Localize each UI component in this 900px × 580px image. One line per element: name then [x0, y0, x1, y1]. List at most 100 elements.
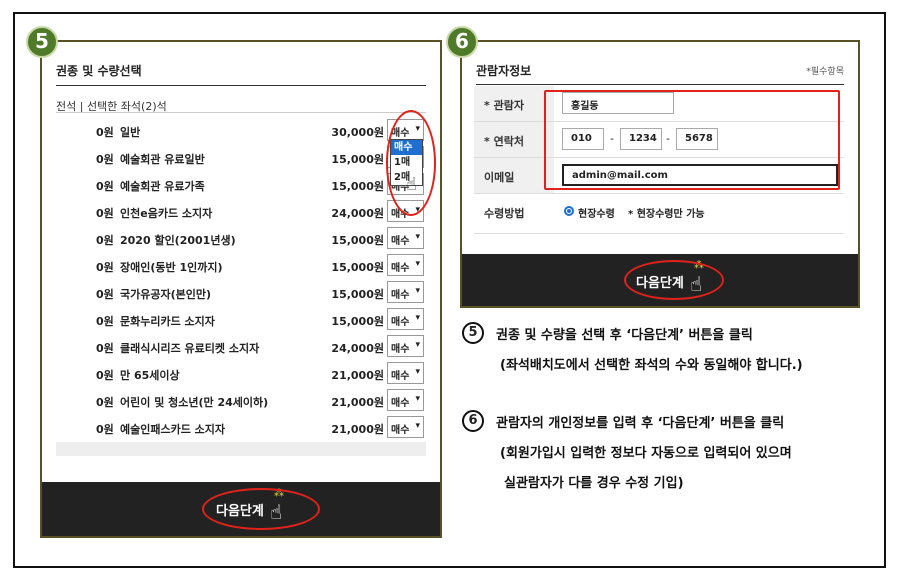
- quantity-select[interactable]: 매수 ▾: [387, 308, 424, 330]
- quantity-value: 매수: [391, 128, 410, 139]
- quantity-value: 매수: [391, 209, 410, 220]
- ticket-price: 24,000원: [331, 207, 384, 220]
- quantity-value: 매수: [391, 263, 410, 274]
- step-5-number: 5: [462, 322, 484, 344]
- next-step-button[interactable]: 다음단계: [636, 272, 684, 291]
- ticket-price: 15,000원: [331, 261, 384, 274]
- ticket-row: 0원 어린이 및 청소년(만 24세이하) 21,000원 매수 ▾: [42, 388, 440, 414]
- next-step-bar: 다음단계 ⁂ ☝: [42, 482, 440, 536]
- phone-field-3[interactable]: 5678: [676, 128, 718, 150]
- panel-title: 관람자정보: [476, 64, 532, 78]
- ticket-name: 문화누리카드 소지자: [120, 315, 215, 328]
- quantity-value: 매수: [391, 425, 410, 436]
- ticket-price: 21,000원: [331, 396, 384, 409]
- spacer-bar: [56, 442, 426, 456]
- panel-title: 권종 및 수량선택: [56, 64, 142, 78]
- quantity-select[interactable]: 매수 ▾: [387, 200, 424, 222]
- quantity-value: 매수: [391, 317, 410, 328]
- phone-label: * 연락처: [474, 122, 554, 157]
- ticket-row: 0원 문화누리카드 소지자 15,000원 매수 ▾: [42, 307, 440, 333]
- ticket-price: 15,000원: [331, 234, 384, 247]
- step-6-badge: 6: [446, 26, 478, 58]
- ticket-price: 21,000원: [331, 369, 384, 382]
- dropdown-option[interactable]: 매수: [391, 140, 422, 155]
- quantity-value: 매수: [391, 290, 410, 301]
- base-price: 0원: [96, 153, 114, 166]
- viewer-info-panel: 관람자정보 *필수항목 * 관람자 홍길동 * 연락처 010 - 1234 -…: [460, 40, 860, 308]
- pickup-radio[interactable]: [564, 206, 574, 216]
- click-spark-icon: ⁂: [694, 260, 704, 271]
- ticket-row: 0원 예술회관 유료가족 15,000원 매수▾: [42, 172, 440, 198]
- next-step-button[interactable]: 다음단계: [216, 500, 264, 519]
- ticket-selection-panel: 권종 및 수량선택 전석 | 선택한 좌석(2)석 0원 일반 30,000원 …: [40, 40, 442, 538]
- base-price: 0원: [96, 288, 114, 301]
- dropdown-option[interactable]: 1매: [391, 155, 422, 170]
- ticket-name: 장애인(동반 1인까지): [120, 261, 223, 274]
- ticket-row: 0원 클래식시리즈 유료티켓 소지자 24,000원 매수 ▾: [42, 334, 440, 360]
- quantity-select[interactable]: 매수 ▾: [387, 254, 424, 276]
- ticket-price: 30,000원: [331, 126, 384, 139]
- phone-field-2[interactable]: 1234: [620, 128, 662, 150]
- ticket-row: 0원 2020 할인(2001년생) 15,000원 매수 ▾: [42, 226, 440, 252]
- base-price: 0원: [96, 126, 114, 139]
- divider: [56, 112, 426, 113]
- phone-field-1[interactable]: 010: [562, 128, 604, 150]
- quantity-value: 매수: [391, 344, 410, 355]
- chevron-down-icon: ▾: [415, 259, 420, 269]
- email-label: 이메일: [474, 158, 554, 193]
- ticket-row: 0원 예술인패스카드 소지자 21,000원 매수 ▾: [42, 415, 440, 441]
- ticket-name: 예술회관 유료가족: [120, 180, 205, 193]
- required-note: *필수항목: [806, 67, 844, 77]
- name-row: * 관람자 홍길동: [474, 86, 844, 122]
- ticket-price: 15,000원: [331, 153, 384, 166]
- quantity-select[interactable]: 매수 ▾: [387, 281, 424, 303]
- pickup-label: 수령방법: [474, 194, 554, 233]
- pickup-row: 수령방법 현장수령 * 현장수령만 가능: [474, 194, 844, 234]
- step-6-note-1: (회원가입시 입력한 정보다 자동으로 입력되어 있으며: [500, 446, 792, 461]
- ticket-row: 0원 예술회관 유료일반 15,000원 매수▾: [42, 145, 440, 171]
- name-field[interactable]: 홍길동: [562, 92, 674, 114]
- quantity-value: 매수: [391, 398, 410, 409]
- quantity-value: 매수: [391, 371, 410, 382]
- chevron-down-icon: ▾: [415, 286, 420, 296]
- ticket-row: 0원 국가유공자(본인만) 15,000원 매수 ▾: [42, 280, 440, 306]
- quantity-select[interactable]: 매수 ▾: [387, 362, 424, 384]
- quantity-value: 매수: [391, 236, 410, 247]
- ticket-row: 0원 일반 30,000원 매수 ▾: [42, 118, 440, 144]
- chevron-down-icon: ▾: [415, 313, 420, 323]
- ticket-name: 예술인패스카드 소지자: [120, 423, 226, 436]
- chevron-down-icon: ▾: [415, 340, 420, 350]
- name-label: * 관람자: [474, 86, 554, 121]
- ticket-name: 어린이 및 청소년(만 24세이하): [120, 396, 269, 409]
- ticket-name: 클래식시리즈 유료티켓 소지자: [120, 342, 260, 355]
- chevron-down-icon: ▾: [415, 232, 420, 242]
- quantity-select[interactable]: 매수 ▾: [387, 227, 424, 249]
- ticket-name: 예술회관 유료일반: [120, 153, 205, 166]
- quantity-select[interactable]: 매수 ▾: [387, 389, 424, 411]
- email-field[interactable]: admin@mail.com: [562, 164, 838, 186]
- quantity-select[interactable]: 매수 ▾: [387, 119, 424, 141]
- base-price: 0원: [96, 180, 114, 193]
- ticket-price: 21,000원: [331, 423, 384, 436]
- hand-pointer-icon: ☝: [690, 272, 703, 296]
- phone-separator: -: [666, 132, 670, 145]
- ticket-row: 0원 인천e음카드 소지자 24,000원 매수 ▾: [42, 199, 440, 225]
- step-6-number: 6: [462, 410, 484, 432]
- chevron-down-icon: ▾: [415, 124, 420, 134]
- ticket-price: 15,000원: [331, 180, 384, 193]
- ticket-price: 24,000원: [331, 342, 384, 355]
- quantity-select[interactable]: 매수 ▾: [387, 416, 424, 438]
- divider: [476, 84, 844, 85]
- step-5-note: (좌석배치도에서 선택한 좌석의 수와 동일해야 합니다.): [500, 358, 803, 373]
- base-price: 0원: [96, 234, 114, 247]
- base-price: 0원: [96, 369, 114, 382]
- hand-pointer-icon: ☝: [270, 500, 283, 524]
- ticket-row: 0원 장애인(동반 1인까지) 15,000원 매수 ▾: [42, 253, 440, 279]
- base-price: 0원: [96, 261, 114, 274]
- quantity-select[interactable]: 매수 ▾: [387, 335, 424, 357]
- step-6-note-2: 실관람자가 다를 경우 수정 기입): [504, 476, 684, 491]
- ticket-price: 15,000원: [331, 288, 384, 301]
- base-price: 0원: [96, 396, 114, 409]
- base-price: 0원: [96, 423, 114, 436]
- chevron-down-icon: ▾: [415, 367, 420, 377]
